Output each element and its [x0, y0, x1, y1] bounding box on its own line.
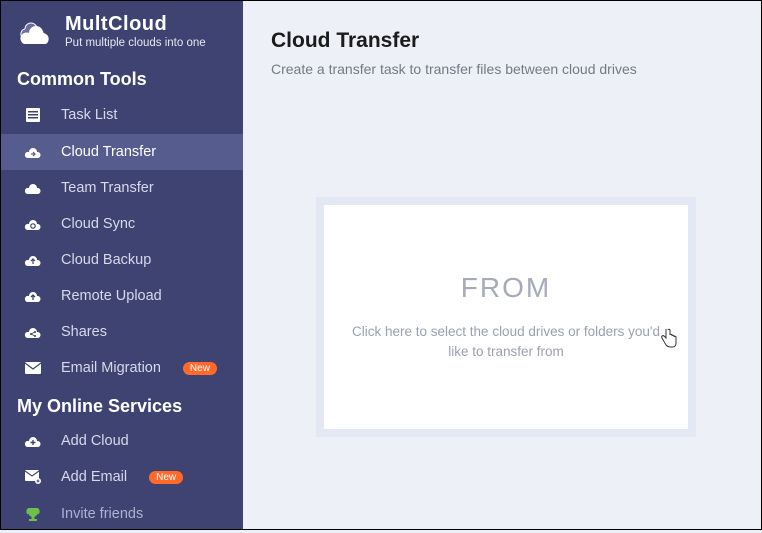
page-title: Cloud Transfer: [271, 29, 741, 53]
from-heading: FROM: [461, 272, 551, 304]
sidebar-item-add-cloud[interactable]: Add Cloud: [1, 423, 243, 459]
pointer-cursor-icon: [660, 327, 678, 354]
multcloud-logo-icon: [15, 16, 55, 46]
sidebar-item-label: Add Email: [61, 469, 127, 485]
sidebar-item-label: Invite friends: [61, 506, 143, 522]
brand-tagline: Put multiple clouds into one: [65, 37, 206, 49]
from-drop-panel[interactable]: FROM Click here to select the cloud driv…: [316, 197, 696, 437]
sidebar-item-label: Email Migration: [61, 360, 161, 376]
from-description: Click here to select the cloud drives or…: [352, 322, 660, 361]
page-subtitle: Create a transfer task to transfer files…: [271, 61, 741, 77]
add-email-icon: [23, 469, 43, 485]
sidebar-item-label: Task List: [61, 107, 117, 123]
brand-name: MultCloud: [65, 13, 206, 35]
sidebar-item-label: Cloud Transfer: [61, 144, 156, 160]
new-badge: New: [149, 471, 183, 484]
sidebar-item-label: Cloud Backup: [61, 252, 151, 268]
sidebar-item-team-transfer[interactable]: Team Transfer: [1, 170, 243, 206]
cloud-team-icon: [23, 180, 43, 196]
upload-icon: [23, 288, 43, 304]
sidebar-item-label: Shares: [61, 324, 107, 340]
sidebar-item-cloud-transfer[interactable]: Cloud Transfer: [1, 134, 243, 170]
cloud-backup-icon: [23, 252, 43, 268]
cloud-transfer-icon: [23, 144, 43, 160]
sidebar-item-shares[interactable]: Shares: [1, 314, 243, 350]
cloud-sync-icon: [23, 216, 43, 232]
sidebar-item-cloud-sync[interactable]: Cloud Sync: [1, 206, 243, 242]
logo[interactable]: MultCloud Put multiple clouds into one: [1, 7, 243, 59]
sidebar-item-label: Cloud Sync: [61, 216, 135, 232]
list-icon: [23, 106, 43, 124]
share-icon: [23, 324, 43, 340]
section-common-tools: Common Tools: [1, 59, 243, 96]
add-cloud-icon: [23, 433, 43, 449]
sidebar-item-label: Team Transfer: [61, 180, 154, 196]
sidebar-item-cloud-backup[interactable]: Cloud Backup: [1, 242, 243, 278]
sidebar-item-invite-friends[interactable]: Invite friends: [1, 495, 243, 533]
sidebar-item-label: Remote Upload: [61, 288, 162, 304]
section-online-services: My Online Services: [1, 386, 243, 423]
sidebar-item-remote-upload[interactable]: Remote Upload: [1, 278, 243, 314]
trophy-icon: [23, 505, 43, 523]
sidebar-item-label: Add Cloud: [61, 433, 129, 449]
email-icon: [23, 361, 43, 375]
sidebar: MultCloud Put multiple clouds into one C…: [1, 1, 243, 529]
sidebar-item-task-list[interactable]: Task List: [1, 96, 243, 134]
sidebar-item-add-email[interactable]: Add Email New: [1, 459, 243, 495]
new-badge: New: [183, 362, 217, 375]
sidebar-item-email-migration[interactable]: Email Migration New: [1, 350, 243, 386]
main-content: Cloud Transfer Create a transfer task to…: [243, 1, 761, 529]
